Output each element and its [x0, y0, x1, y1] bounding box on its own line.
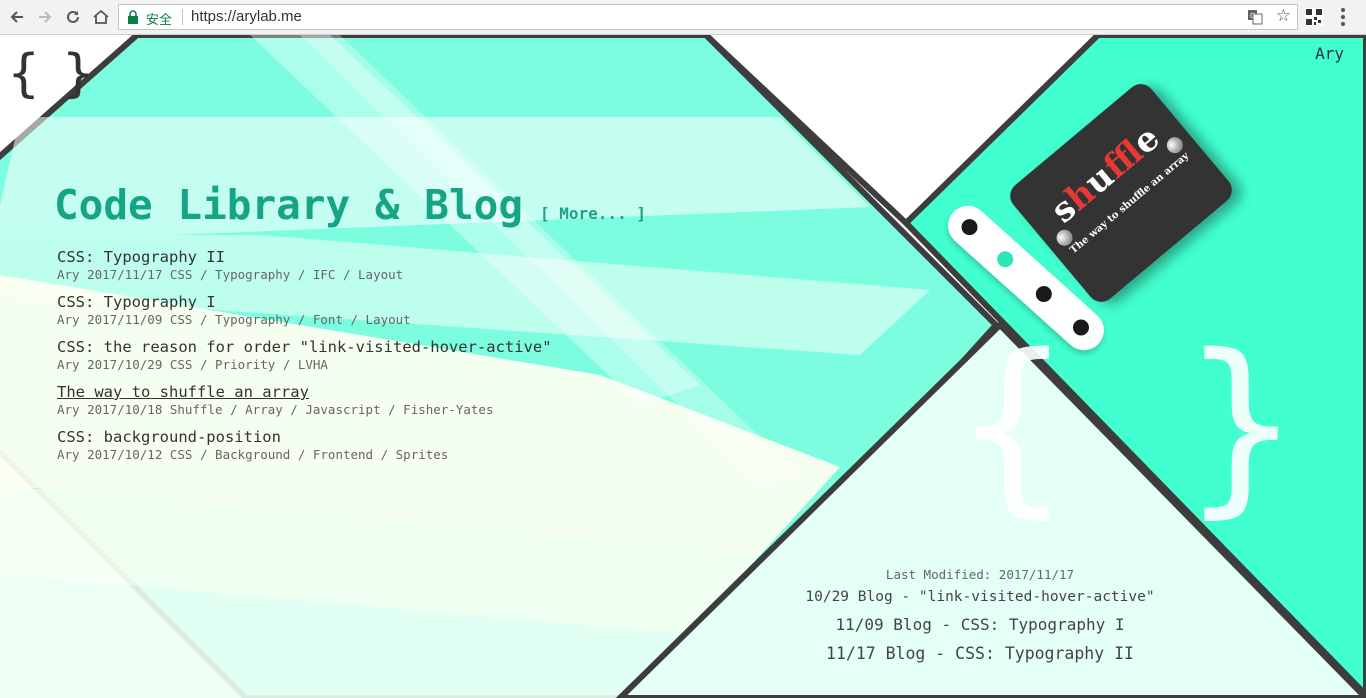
browser-menu-icon[interactable] — [1340, 7, 1346, 31]
post-meta: Ary 2017/11/09 CSS / Typography / Font /… — [57, 312, 411, 327]
back-icon[interactable] — [5, 5, 29, 29]
lock-icon — [127, 10, 139, 27]
indicator-dot[interactable] — [1069, 316, 1093, 339]
address-bar[interactable]: 安全 https://arylab.me G ☆ — [118, 4, 1298, 30]
post-title-link[interactable]: CSS: Typography II — [57, 248, 552, 267]
forward-icon[interactable] — [33, 5, 57, 29]
changelog: Last Modified: 2017/11/17 10/29 Blog - "… — [780, 566, 1180, 668]
page: { } { } Ary Code Library & Blog [ More..… — [0, 35, 1366, 698]
list-item: The way to shuffle an array Ary 2017/10/… — [57, 383, 552, 428]
list-item: CSS: Typography I Ary 2017/11/09 CSS / T… — [57, 293, 552, 338]
home-icon[interactable] — [89, 5, 113, 29]
secure-label: 安全 — [146, 12, 173, 27]
author-link[interactable]: Ary — [1315, 44, 1344, 63]
bookmark-star-icon[interactable]: ☆ — [1276, 6, 1291, 26]
indicator-dot[interactable] — [958, 215, 981, 239]
svg-text:G: G — [1250, 12, 1255, 20]
changelog-entry[interactable]: 11/09 Blog - CSS: Typography I — [780, 611, 1180, 639]
qr-code-icon[interactable] — [1305, 8, 1323, 30]
more-link[interactable]: [ More... ] — [540, 204, 646, 223]
indicator-dot[interactable] — [1032, 282, 1056, 306]
post-meta: Ary 2017/10/29 CSS / Priority / LVHA — [57, 357, 328, 372]
url-text[interactable]: https://arylab.me — [191, 8, 302, 25]
changelog-entry[interactable]: 11/17 Blog - CSS: Typography II — [780, 639, 1180, 668]
post-list: CSS: Typography II Ary 2017/11/17 CSS / … — [57, 248, 552, 473]
browser-toolbar: 安全 https://arylab.me G ☆ — [0, 0, 1366, 35]
last-modified: Last Modified: 2017/11/17 — [885, 567, 1075, 582]
watermark-braces: { } — [955, 314, 1299, 535]
post-title-link[interactable]: CSS: Typography I — [57, 293, 552, 312]
list-item: CSS: background-position Ary 2017/10/12 … — [57, 428, 552, 473]
post-meta: Ary 2017/11/17 CSS / Typography / IFC / … — [57, 267, 404, 282]
omnibox-divider — [182, 9, 183, 25]
post-title-link[interactable]: The way to shuffle an array — [57, 383, 552, 402]
translate-icon[interactable]: G — [1247, 9, 1263, 28]
list-item: CSS: Typography II Ary 2017/11/17 CSS / … — [57, 248, 552, 293]
changelog-entry[interactable]: 10/29 Blog - "link-visited-hover-active" — [780, 584, 1180, 611]
post-meta: Ary 2017/10/12 CSS / Background / Fronte… — [57, 447, 449, 462]
site-logo[interactable]: { } — [8, 41, 94, 107]
list-item: CSS: the reason for order "link-visited-… — [57, 338, 552, 383]
post-title-link[interactable]: CSS: background-position — [57, 428, 552, 447]
page-title: Code Library & Blog — [54, 181, 523, 229]
reload-icon[interactable] — [61, 5, 85, 29]
post-title-link[interactable]: CSS: the reason for order "link-visited-… — [57, 338, 552, 357]
indicator-dot-active[interactable] — [993, 247, 1017, 271]
post-meta: Ary 2017/10/18 Shuffle / Array / Javascr… — [57, 402, 494, 417]
